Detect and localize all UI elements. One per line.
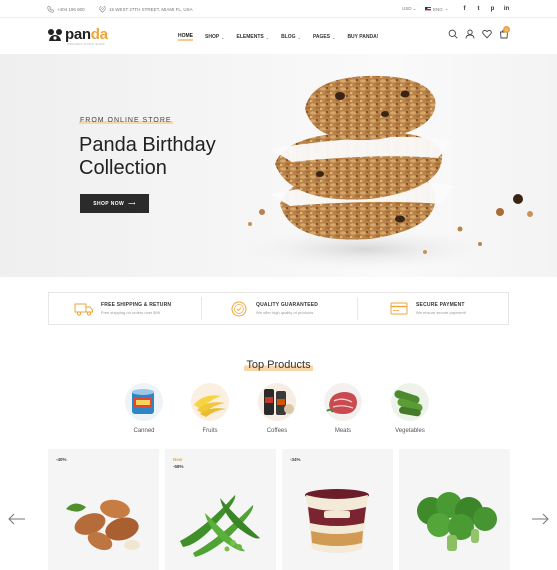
feature-desc: Free shipping on orders over $99: [101, 310, 160, 315]
twitter-icon[interactable]: t: [475, 4, 482, 14]
nav-item-buy-panda[interactable]: BUY PANDA!: [347, 33, 378, 41]
logo-text: panda: [65, 26, 108, 43]
arrow-right-icon: ⟶: [128, 200, 136, 207]
category-label: Fruits: [202, 428, 218, 434]
feature-title: FREE SHIPPING & RETURN: [101, 302, 172, 308]
pinterest-icon[interactable]: p: [489, 4, 496, 14]
category-label: Coffees: [266, 428, 288, 434]
main-header: panda ORGANIC FOOD SHOP HOME SHOP ⌄ ELEME…: [0, 18, 557, 54]
arrow-right-icon: [532, 513, 549, 525]
shop-now-button[interactable]: SHOP NOW ⟶: [80, 194, 149, 213]
social-links: f t p in: [461, 4, 510, 14]
quality-badge-icon: [231, 301, 247, 316]
facebook-icon[interactable]: f: [461, 4, 468, 14]
logo[interactable]: panda ORGANIC FOOD SHOP: [47, 26, 108, 46]
features-strip: FREE SHIPPING & RETURN Free shipping on …: [48, 292, 509, 325]
carousel-next-button[interactable]: [531, 512, 549, 525]
hero-subtitle: FROM ONLINE STORE: [79, 117, 173, 124]
hero-banner: FROM ONLINE STORE Panda Birthday Collect…: [0, 54, 557, 277]
category-coffees[interactable]: Coffees: [247, 383, 307, 434]
shop-now-label: SHOP NOW: [93, 200, 125, 207]
divider: [201, 297, 202, 320]
green-beans-image: [180, 495, 260, 557]
cucumber-icon: [391, 383, 429, 421]
arrow-left-icon: [8, 513, 25, 525]
broccoli-image: [417, 492, 497, 551]
meat-icon: [324, 383, 362, 421]
address-text: 15 WEST 27TH STREET, MIAMI FL, USA: [109, 7, 193, 12]
nav-item-home[interactable]: HOME: [178, 33, 193, 41]
phone-icon: [47, 6, 54, 13]
chevron-down-icon: ⌄: [265, 34, 270, 40]
feature-desc: We offer high quality of products: [256, 310, 314, 315]
payment-icon: [390, 302, 408, 314]
truck-icon: [74, 303, 93, 316]
header-icons: 0: [448, 26, 510, 39]
feature-title: QUALITY GUARANTEED: [256, 302, 319, 308]
chevron-down-icon: ⌄: [332, 34, 336, 40]
nav-item-elements[interactable]: ELEMENTS ⌄: [237, 33, 270, 41]
nav-item-shop[interactable]: SHOP ⌄: [205, 33, 225, 41]
category-fruits[interactable]: Fruits: [180, 383, 240, 434]
linkedin-icon[interactable]: in: [503, 4, 510, 14]
chevron-down-icon: ⌄: [412, 6, 417, 11]
user-icon[interactable]: [465, 29, 475, 39]
search-icon[interactable]: [448, 29, 458, 39]
phone-number: +404 196 900: [57, 7, 85, 12]
product-card[interactable]: -34%: [282, 449, 393, 570]
category-meats[interactable]: Meats: [313, 383, 373, 434]
canned-icon: [125, 383, 163, 421]
feature-secure-payment: SECURE PAYMENT We ensure secure payment!: [389, 293, 466, 324]
currency-select[interactable]: USD ⌄: [402, 6, 417, 12]
cart-count-badge: 0: [503, 26, 510, 33]
category-label: Canned: [133, 428, 155, 434]
feature-quality: QUALITY GUARANTEED We offer high quality…: [229, 293, 318, 324]
category-vegetables[interactable]: Vegetables: [380, 383, 440, 434]
discount-badge: -34%: [290, 457, 301, 462]
nav-item-blog[interactable]: BLOG ⌄: [281, 33, 301, 41]
panda-logo-icon: [48, 29, 62, 41]
logo-tagline: ORGANIC FOOD SHOP: [67, 42, 105, 46]
category-label: Vegetables: [395, 428, 425, 434]
phone-info[interactable]: +404 196 900: [47, 6, 85, 13]
main-nav: HOME SHOP ⌄ ELEMENTS ⌄ BLOG ⌄ PAGES ⌄ BUY PA…: [178, 33, 390, 41]
banana-icon: [191, 383, 229, 421]
top-products-heading: Top Products: [0, 355, 557, 373]
product-card[interactable]: -40%: [48, 449, 159, 570]
nav-item-pages[interactable]: PAGES ⌄: [313, 33, 336, 41]
divider: [357, 297, 358, 320]
heart-icon[interactable]: [482, 29, 492, 39]
feature-free-shipping: FREE SHIPPING & RETURN Free shipping on …: [74, 293, 171, 324]
ice-cream-image: [305, 489, 369, 553]
coffee-icon: [258, 383, 296, 421]
granola-bars-image: [235, 75, 533, 271]
language-select[interactable]: ENG ⌄: [425, 6, 449, 12]
discount-badge: -58%: [173, 464, 184, 469]
chevron-down-icon: ⌄: [444, 6, 449, 11]
almonds-image: [66, 499, 140, 551]
discount-badge: -40%: [56, 457, 67, 462]
new-badge: New: [173, 457, 183, 462]
category-canned[interactable]: Canned: [114, 383, 174, 434]
category-label: Meats: [334, 428, 352, 434]
carousel-prev-button[interactable]: [8, 512, 26, 525]
top-bar: +404 196 900 15 WEST 27TH STREET, MIAMI …: [0, 0, 557, 18]
language-value: ENG: [433, 6, 443, 12]
product-card[interactable]: [399, 449, 510, 570]
location-pin-icon: [99, 6, 106, 13]
product-card[interactable]: New -58%: [165, 449, 276, 570]
currency-value: USD: [402, 6, 412, 11]
top-products-title: Top Products: [244, 359, 313, 371]
hero-title: Panda Birthday Collection: [79, 134, 216, 179]
us-flag-icon: [425, 7, 431, 11]
chevron-down-icon: ⌄: [297, 34, 301, 40]
chevron-down-icon: ⌄: [221, 34, 225, 40]
address-info: 15 WEST 27TH STREET, MIAMI FL, USA: [99, 6, 193, 13]
feature-title: SECURE PAYMENT: [416, 302, 465, 308]
feature-desc: We ensure secure payment!: [416, 310, 466, 315]
